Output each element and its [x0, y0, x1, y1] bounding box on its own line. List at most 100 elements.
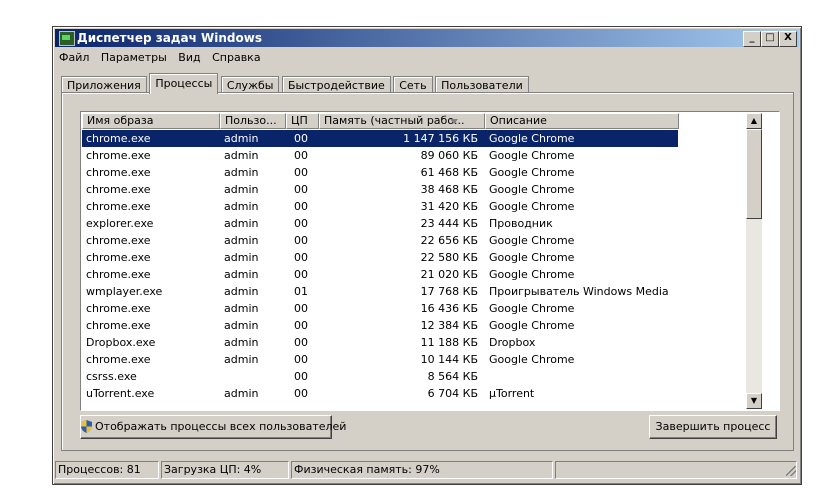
process-name: csrss.exe: [86, 370, 137, 383]
uac-shield-icon: [81, 419, 92, 433]
title-bar[interactable]: Диспетчер задач Windows _ □ X: [55, 29, 799, 47]
status-bar: Процессов: 81 Загрузка ЦП: 4% Физическая…: [55, 461, 799, 479]
minimize-button[interactable]: _: [743, 31, 761, 47]
process-description: Google Chrome: [489, 302, 575, 315]
process-memory: 23 444 КБ: [420, 217, 478, 230]
process-description: Google Chrome: [489, 132, 575, 145]
process-memory: 89 060 КБ: [420, 149, 478, 162]
process-user: admin: [224, 268, 259, 281]
process-memory: 1 147 156 КБ: [403, 132, 478, 145]
process-list[interactable]: Имя образа Пользо... ЦП Память (частный …: [80, 111, 780, 411]
column-description[interactable]: Описание: [485, 113, 679, 129]
menu-bar: Файл Параметры Вид Справка: [55, 49, 265, 67]
process-name: chrome.exe: [86, 268, 151, 281]
restore-button[interactable]: □: [761, 31, 779, 47]
scroll-down-icon[interactable]: ▼: [746, 393, 762, 409]
end-process-button[interactable]: Завершить процесс: [649, 415, 777, 439]
column-user[interactable]: Пользо...: [220, 113, 286, 129]
process-user: admin: [224, 387, 259, 400]
process-row[interactable]: explorer.exe admin 00 23 444 КБ Проводник: [82, 215, 678, 232]
process-name: chrome.exe: [86, 200, 151, 213]
process-row[interactable]: chrome.exe admin 00 21 020 КБ Google Chrome: [82, 266, 678, 283]
status-process-count: Процессов: 81: [55, 461, 159, 479]
process-user: admin: [224, 166, 259, 179]
process-description: Dropbox: [489, 336, 536, 349]
process-row[interactable]: wmplayer.exe admin 01 17 768 КБ Проигрывател…: [82, 283, 678, 300]
process-name: chrome.exe: [86, 149, 151, 162]
process-row[interactable]: chrome.exe admin 00 22 656 КБ Google Chrome: [82, 232, 678, 249]
process-user: admin: [224, 149, 259, 162]
process-user: admin: [224, 336, 259, 349]
process-user: admin: [224, 319, 259, 332]
window-title: Диспетчер задач Windows: [77, 31, 262, 45]
process-description: Google Chrome: [489, 200, 575, 213]
process-row[interactable]: chrome.exe admin 00 38 468 КБ Google Chrome: [82, 181, 678, 198]
process-row[interactable]: uTorrent.exe admin 00 6 704 КБ µTorrent: [82, 385, 678, 402]
process-description: µTorrent: [489, 387, 535, 400]
process-name: chrome.exe: [86, 234, 151, 247]
process-memory: 8 564 КБ: [427, 370, 478, 383]
column-image-name[interactable]: Имя образа: [82, 113, 220, 129]
process-memory: 21 020 КБ: [420, 268, 478, 281]
process-memory: 61 468 КБ: [420, 166, 478, 179]
status-empty: [555, 461, 797, 479]
process-row[interactable]: chrome.exe admin 00 61 468 КБ Google Chrome: [82, 164, 678, 181]
process-memory: 22 656 КБ: [420, 234, 478, 247]
process-name: Dropbox.exe: [86, 336, 156, 349]
menu-help[interactable]: Справка: [208, 49, 264, 67]
show-all-users-label: Отображать процессы всех пользователей: [95, 420, 347, 433]
process-name: uTorrent.exe: [86, 387, 155, 400]
process-description: Google Chrome: [489, 149, 575, 162]
process-memory: 17 768 КБ: [420, 285, 478, 298]
process-name: explorer.exe: [86, 217, 154, 230]
process-name: chrome.exe: [86, 166, 151, 179]
process-description: Google Chrome: [489, 234, 575, 247]
process-memory: 31 420 КБ: [420, 200, 478, 213]
process-description: Google Chrome: [489, 353, 575, 366]
process-memory: 38 468 КБ: [420, 183, 478, 196]
task-manager-icon: [59, 31, 75, 46]
process-user: admin: [224, 285, 259, 298]
process-memory: 6 704 КБ: [427, 387, 478, 400]
process-row[interactable]: chrome.exe admin 00 22 580 КБ Google Chrome: [82, 249, 678, 266]
process-description: Проводник: [489, 217, 553, 230]
process-memory: 10 144 КБ: [420, 353, 478, 366]
menu-view[interactable]: Вид: [174, 49, 204, 67]
column-cpu[interactable]: ЦП: [286, 113, 319, 129]
process-user: admin: [224, 234, 259, 247]
process-row[interactable]: chrome.exe admin 00 1 147 156 КБ Google Chro…: [82, 130, 678, 147]
task-manager-window: Диспетчер задач Windows _ □ X Файл Парам…: [52, 26, 802, 485]
scroll-up-icon[interactable]: ▲: [746, 113, 762, 129]
process-memory: 22 580 КБ: [420, 251, 478, 264]
process-user: admin: [224, 353, 259, 366]
process-name: chrome.exe: [86, 319, 151, 332]
process-row[interactable]: chrome.exe admin 00 12 384 КБ Google Chrome: [82, 317, 678, 334]
process-row[interactable]: Dropbox.exe admin 00 11 188 КБ Dropbox: [82, 334, 678, 351]
process-description: Google Chrome: [489, 319, 575, 332]
process-description: Google Chrome: [489, 251, 575, 264]
menu-options[interactable]: Параметры: [97, 49, 171, 67]
scroll-thumb[interactable]: [746, 129, 762, 219]
process-name: chrome.exe: [86, 132, 151, 145]
process-row[interactable]: chrome.exe admin 00 31 420 КБ Google Chrome: [82, 198, 678, 215]
resize-grip-icon[interactable]: [786, 466, 796, 476]
menu-file[interactable]: Файл: [55, 49, 93, 67]
column-memory[interactable]: Память (частный рабо...: [319, 113, 485, 129]
process-description: Google Chrome: [489, 166, 575, 179]
process-row[interactable]: chrome.exe admin 00 16 436 КБ Google Chrome: [82, 300, 678, 317]
status-cpu-usage: Загрузка ЦП: 4%: [161, 461, 289, 479]
process-description: Google Chrome: [489, 183, 575, 196]
process-row[interactable]: csrss.exe 00 8 564 КБ: [82, 368, 678, 385]
tab-processes[interactable]: Процессы: [149, 73, 219, 94]
show-all-users-button[interactable]: Отображать процессы всех пользователей: [80, 415, 346, 439]
close-button[interactable]: X: [779, 31, 797, 47]
process-name: wmplayer.exe: [86, 285, 163, 298]
vertical-scrollbar[interactable]: ▲ ▼: [746, 113, 762, 409]
process-row[interactable]: chrome.exe admin 00 89 060 КБ Google Chrome: [82, 147, 678, 164]
process-user: admin: [224, 302, 259, 315]
process-name: chrome.exe: [86, 302, 151, 315]
process-memory: 12 384 КБ: [420, 319, 478, 332]
process-description: Google Chrome: [489, 268, 575, 281]
process-row[interactable]: chrome.exe admin 00 10 144 КБ Google Chrome: [82, 351, 678, 368]
column-memory-label: Память (частный рабо...: [324, 114, 465, 127]
